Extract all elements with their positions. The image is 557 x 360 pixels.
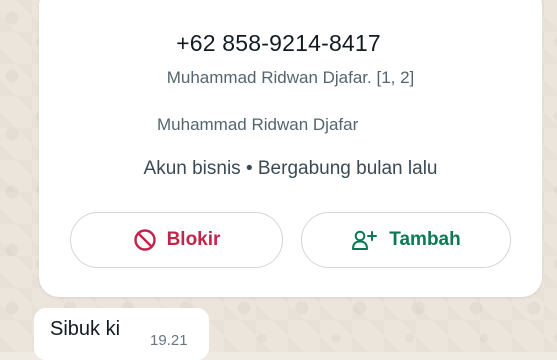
block-icon: [133, 228, 157, 252]
message-timestamp: 19.21: [150, 332, 188, 349]
block-button[interactable]: Blokir: [70, 212, 283, 268]
add-contact-icon: [351, 228, 379, 252]
business-account-info: Akun bisnis • Bergabung bulan lalu: [143, 158, 438, 179]
add-contact-button[interactable]: Tambah: [301, 212, 511, 268]
message-bubble[interactable]: Sibuk ki 19.21: [34, 308, 209, 360]
contact-phone-number: +62 858-9214-8417: [176, 30, 381, 56]
contact-push-name: Muhammad Ridwan Djafar. [1, 2]: [166, 68, 415, 87]
add-contact-button-label: Tambah: [389, 229, 461, 250]
message-text: Sibuk ki: [50, 318, 121, 340]
contact-saved-name: Muhammad Ridwan Djafar: [157, 115, 359, 134]
block-button-label: Blokir: [166, 229, 221, 250]
